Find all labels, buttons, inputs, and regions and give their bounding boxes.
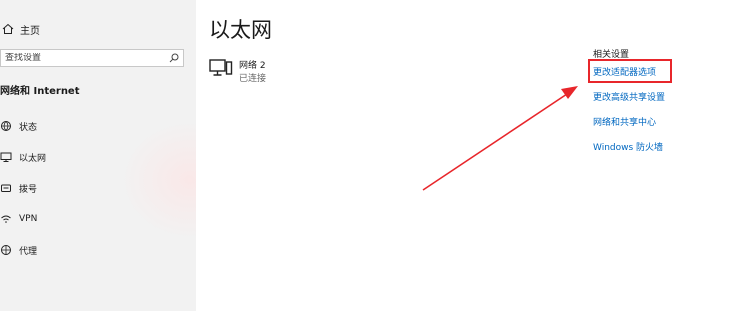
adapter-status: 已连接 xyxy=(239,74,267,84)
search-box[interactable] xyxy=(0,49,184,67)
network-computer-icon xyxy=(209,59,233,76)
ethernet-monitor-icon xyxy=(0,152,12,162)
proxy-globe-icon xyxy=(1,245,11,255)
dialup-phone-icon xyxy=(1,184,11,192)
sidebar-item-label: 代理 xyxy=(19,246,38,257)
network-sharing-center-link[interactable]: 网络和共享中心 xyxy=(593,115,656,128)
sidebar-item-label: VPN xyxy=(19,214,38,224)
sidebar-item-label: 状态 xyxy=(19,122,38,133)
sidebar-item-status[interactable]: 状态 xyxy=(0,117,190,135)
sidebar-item-vpn[interactable]: VPN xyxy=(0,210,190,228)
home-nav-item[interactable]: 主页 xyxy=(0,20,40,38)
home-icon xyxy=(2,23,14,34)
adapter-name: 网络 2 xyxy=(239,61,266,71)
sidebar-item-proxy[interactable]: 代理 xyxy=(0,241,190,259)
annotation-highlight-box xyxy=(588,59,672,83)
sidebar-item-label: 以太网 xyxy=(19,153,47,164)
search-icon[interactable] xyxy=(169,53,179,63)
status-globe-icon xyxy=(1,121,11,131)
sidebar-item-label: 拨号 xyxy=(19,184,38,195)
sidebar-item-dialup[interactable]: 拨号 xyxy=(0,179,190,197)
windows-firewall-link[interactable]: Windows 防火墙 xyxy=(593,140,663,153)
section-title: 网络和 Internet xyxy=(0,86,80,97)
home-label: 主页 xyxy=(20,25,40,37)
sidebar-item-ethernet[interactable]: 以太网 xyxy=(0,148,190,166)
change-advanced-sharing-link[interactable]: 更改高级共享设置 xyxy=(593,90,665,103)
page-title: 以太网 xyxy=(209,18,272,42)
sidebar: 主页 网络和 Internet 状态 以太网 拨号 xyxy=(0,0,196,311)
vpn-icon xyxy=(1,215,11,223)
search-input[interactable] xyxy=(1,53,165,63)
